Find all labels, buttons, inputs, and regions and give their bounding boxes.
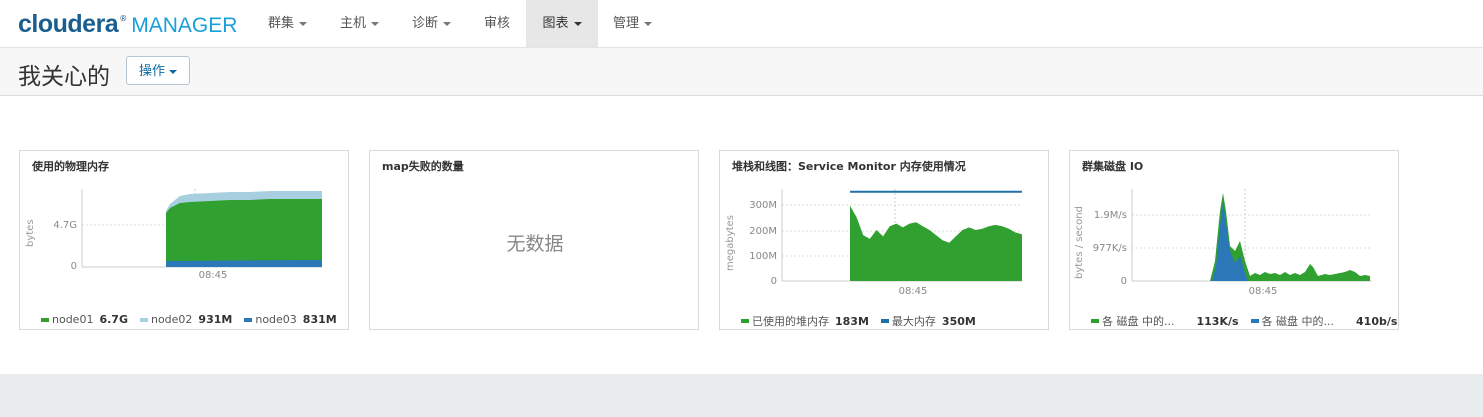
panel-cluster-disk-io[interactable]: 群集磁盘 IO bytes / second 1.9M/s 977K/s 0 0…	[1069, 150, 1399, 330]
panel-map-failures[interactable]: map失败的数量 无数据	[369, 150, 699, 330]
memory-chart: bytes 4.7G 0 08:45	[25, 189, 322, 281]
chevron-down-icon	[443, 21, 452, 26]
area-node01	[166, 199, 322, 267]
cloudera-manager-logo[interactable]: cloudera ® MANAGER	[18, 10, 237, 38]
legend-item[interactable]: 最大内存 350M	[880, 313, 976, 329]
registered-mark: ®	[119, 14, 128, 23]
y-axis-label: megabytes	[725, 215, 736, 271]
y-tick-label: 300M	[749, 200, 777, 211]
nav-audits[interactable]: 审核	[484, 0, 510, 47]
page-header: 我关心的 操作	[0, 48, 1483, 96]
legend-item[interactable]: 已使用的堆内存 183M	[741, 313, 869, 329]
legend-swatch	[41, 317, 49, 322]
nav-hosts[interactable]: 主机	[340, 0, 380, 47]
heap-chart: megabytes 300M 200M 100M 0 08:45	[725, 189, 1022, 297]
x-tick-label: 08:45	[899, 286, 928, 297]
panel-title: map失败的数量	[382, 160, 464, 173]
x-tick-label: 08:45	[199, 270, 228, 281]
chevron-down-icon	[299, 21, 308, 26]
area-heap-used	[850, 205, 1022, 281]
nav-clusters[interactable]: 群集	[268, 0, 308, 47]
page-title: 我关心的	[18, 64, 110, 90]
chevron-down-icon	[169, 69, 177, 74]
chevron-down-icon	[371, 21, 380, 26]
y-tick-label: 0	[71, 261, 77, 272]
legend-swatch	[1091, 319, 1099, 323]
legend-item[interactable]: 各 磁盘 中的... 410b/s	[1250, 313, 1397, 329]
nav-charts[interactable]: 图表	[526, 0, 598, 47]
legend-item[interactable]: node02 931M	[139, 313, 232, 326]
disk-io-chart: bytes / second 1.9M/s 977K/s 0 08:45	[1074, 189, 1372, 297]
y-tick-label: 4.7G	[53, 220, 77, 231]
panel-heap-memory[interactable]: 堆栈和线图：Service Monitor 内存使用情况 megabytes 3…	[719, 150, 1049, 330]
chevron-down-icon	[573, 21, 582, 26]
legend-swatch	[741, 319, 749, 323]
chevron-down-icon	[644, 21, 653, 26]
nav-diagnostics[interactable]: 诊断	[412, 0, 452, 47]
y-tick-label: 0	[771, 276, 777, 287]
actions-button[interactable]: 操作	[126, 56, 190, 85]
top-navbar: cloudera ® MANAGER 群集 主机 诊断 审核 图表 管理	[0, 0, 1483, 48]
legend-item[interactable]: node01 6.7G	[41, 313, 128, 326]
logo-text-cloudera: cloudera	[18, 10, 119, 38]
y-tick-label: 1.9M/s	[1094, 210, 1127, 221]
legend-swatch	[244, 317, 253, 322]
panel-physical-memory[interactable]: 使用的物理内存 bytes 4.7G 0 08:45 node01 6.7G no…	[19, 150, 349, 330]
footer-band	[0, 374, 1483, 417]
y-tick-label: 0	[1121, 276, 1127, 287]
y-tick-label: 200M	[749, 226, 777, 237]
legend-swatch	[1250, 319, 1259, 323]
y-axis-label: bytes	[25, 219, 36, 247]
x-tick-label: 08:45	[1249, 286, 1278, 297]
legend-item[interactable]: node03 831M	[244, 313, 337, 326]
y-tick-label: 977K/s	[1093, 243, 1127, 254]
legend: node01 6.7G node02 931M node03 831M	[41, 313, 349, 326]
nav-administration[interactable]: 管理	[613, 0, 653, 47]
legend-swatch	[139, 317, 148, 322]
legend: 各 磁盘 中的... 113K/s 各 磁盘 中的... 410b/s	[1091, 313, 1409, 329]
no-data-message: 无数据	[506, 233, 564, 255]
legend-item[interactable]: 各 磁盘 中的... 113K/s	[1091, 313, 1239, 329]
legend: 已使用的堆内存 183M 最大内存 350M	[741, 313, 988, 329]
logo-text-manager: MANAGER	[131, 14, 238, 37]
legend-swatch	[880, 319, 889, 323]
area-node03	[166, 260, 322, 267]
y-tick-label: 100M	[749, 251, 777, 262]
y-axis-label: bytes / second	[1074, 206, 1085, 279]
